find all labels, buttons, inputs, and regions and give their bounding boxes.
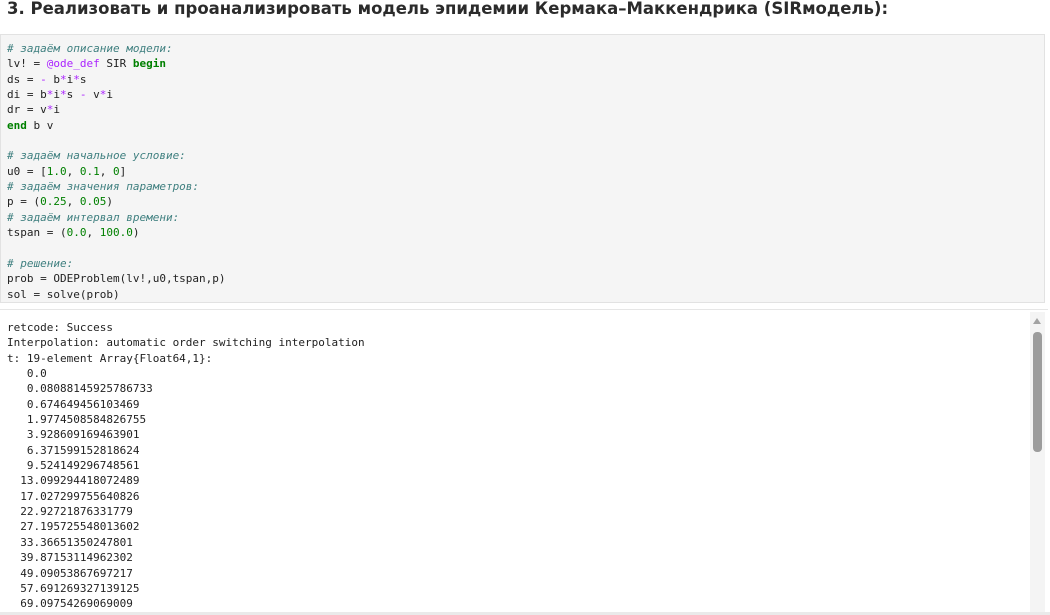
- output-text: retcode: Success Interpolation: automati…: [7, 320, 365, 612]
- code-comment: # задаём описание модели:: [7, 42, 173, 55]
- code-token: p = (: [7, 195, 41, 209]
- code-keyword: begin: [132, 57, 166, 71]
- code-line-dr: dr = v*i: [7, 102, 226, 117]
- code-token: i: [53, 88, 60, 102]
- code-line-tspan: tspan = (0.0, 100.0): [7, 225, 226, 240]
- code-line-sol: sol = solve(prob): [7, 287, 120, 301]
- code-editor[interactable]: # задаём описание модели: lv! = @ode_def…: [7, 41, 226, 302]
- code-operator: *: [73, 72, 80, 86]
- code-number: 0.1: [79, 164, 100, 178]
- output-t-header: t: 19-element Array{Float64,1}:: [7, 351, 213, 365]
- output-t-value: 0.0: [7, 367, 47, 381]
- code-token: ]: [119, 164, 127, 178]
- code-token: u0 = [: [7, 164, 47, 178]
- code-line-ds: ds = - b*i*s: [7, 72, 226, 87]
- code-token: i: [53, 103, 60, 117]
- code-token: ): [106, 195, 113, 209]
- code-number: 100.0: [99, 226, 133, 240]
- output-t-value: 6.371599152818624: [7, 443, 140, 457]
- code-number: 0: [113, 164, 120, 178]
- code-token: ds =: [7, 72, 41, 86]
- code-token: s: [79, 72, 87, 86]
- code-operator: *: [60, 88, 67, 102]
- output-t-value: 27.195725548013602: [7, 520, 140, 534]
- output-t-value: 22.92721876331779: [7, 505, 133, 519]
- output-t-value: 57.691269327139125: [7, 581, 140, 595]
- section-heading: 3. Реализовать и проанализировать модель…: [7, 0, 889, 18]
- code-token: b v: [26, 118, 54, 132]
- output-t-value: 1.9774508584826755: [7, 413, 147, 427]
- output-t-value: 3.928609169463901: [7, 428, 140, 442]
- code-token: ,: [66, 195, 80, 209]
- code-comment: # задаём значения параметров:: [7, 180, 200, 194]
- code-token: ,: [86, 226, 100, 240]
- code-line-comment-initial: # задаём начальное условие:: [7, 148, 226, 163]
- code-operator: -: [79, 88, 87, 102]
- output-t-value: 13.099294418072489: [7, 474, 140, 488]
- code-line-prob: prob = ODEProblem(lv!,u0,tspan,p): [7, 272, 226, 286]
- code-operator: *: [60, 72, 67, 86]
- scroll-thumb[interactable]: [1033, 332, 1042, 452]
- code-comment: # задаём интервал времени:: [7, 210, 180, 224]
- code-line-comment-solve: # решение:: [7, 256, 226, 271]
- code-token: s: [66, 88, 80, 102]
- code-line-di: di = b*i*s - v*i: [7, 87, 226, 102]
- code-comment: # решение:: [7, 256, 74, 270]
- code-macro: @ode_def: [46, 57, 100, 71]
- code-comment: # задаём начальное условие:: [7, 149, 186, 163]
- scroll-up-arrow-icon[interactable]: [1033, 318, 1041, 324]
- code-token: b: [46, 72, 60, 86]
- output-t-value: 9.524149296748561: [7, 459, 140, 473]
- code-token: SIR: [99, 57, 133, 71]
- code-line-comment-params: # задаём значения параметров:: [7, 179, 226, 194]
- code-token: lv! =: [7, 57, 47, 71]
- code-cell[interactable]: # задаём описание модели: lv! = @ode_def…: [0, 34, 1045, 303]
- output-t-value: 0.674649456103469: [7, 397, 140, 411]
- code-token: tspan = (: [7, 226, 67, 240]
- output-t-values: 0.0 0.08088145925786733 0.67464945610346…: [7, 366, 365, 612]
- output-interpolation: Interpolation: automatic order switching…: [7, 336, 365, 350]
- code-keyword: end: [7, 118, 27, 132]
- output-scrollbar[interactable]: [1030, 312, 1045, 612]
- code-token: di = b: [7, 88, 47, 102]
- code-line-comment-tspan: # задаём интервал времени:: [7, 210, 226, 225]
- output-t-value: 69.09754269069009: [7, 597, 133, 611]
- code-number: 0.25: [40, 195, 67, 209]
- code-line-comment-model: # задаём описание модели:: [7, 41, 226, 56]
- output-t-value: 39.87153114962302: [7, 551, 133, 565]
- output-retcode: retcode: Success: [7, 321, 113, 334]
- output-area[interactable]: retcode: Success Interpolation: automati…: [0, 309, 1048, 615]
- output-t-value: 49.09053867697217: [7, 566, 133, 580]
- code-line-u0: u0 = [1.0, 0.1, 0]: [7, 164, 226, 179]
- code-line-p: p = (0.25, 0.05): [7, 194, 226, 209]
- code-token: i: [106, 88, 113, 102]
- code-token: dr = v: [7, 103, 47, 117]
- code-token: ,: [99, 164, 113, 178]
- code-operator: -: [40, 72, 47, 86]
- code-number: 0.05: [79, 195, 107, 209]
- code-line-end: end b v: [7, 118, 226, 133]
- output-t-value: 0.08088145925786733: [7, 382, 153, 396]
- code-number: 0.0: [66, 226, 87, 240]
- code-token: ): [132, 226, 140, 240]
- output-t-value: 17.027299755640826: [7, 489, 140, 503]
- code-number: 1.0: [46, 164, 67, 178]
- code-token: v: [86, 88, 100, 102]
- code-line-lv: lv! = @ode_def SIR begin: [7, 56, 226, 71]
- code-token: ,: [66, 164, 80, 178]
- output-t-value: 33.36651350247801: [7, 535, 133, 549]
